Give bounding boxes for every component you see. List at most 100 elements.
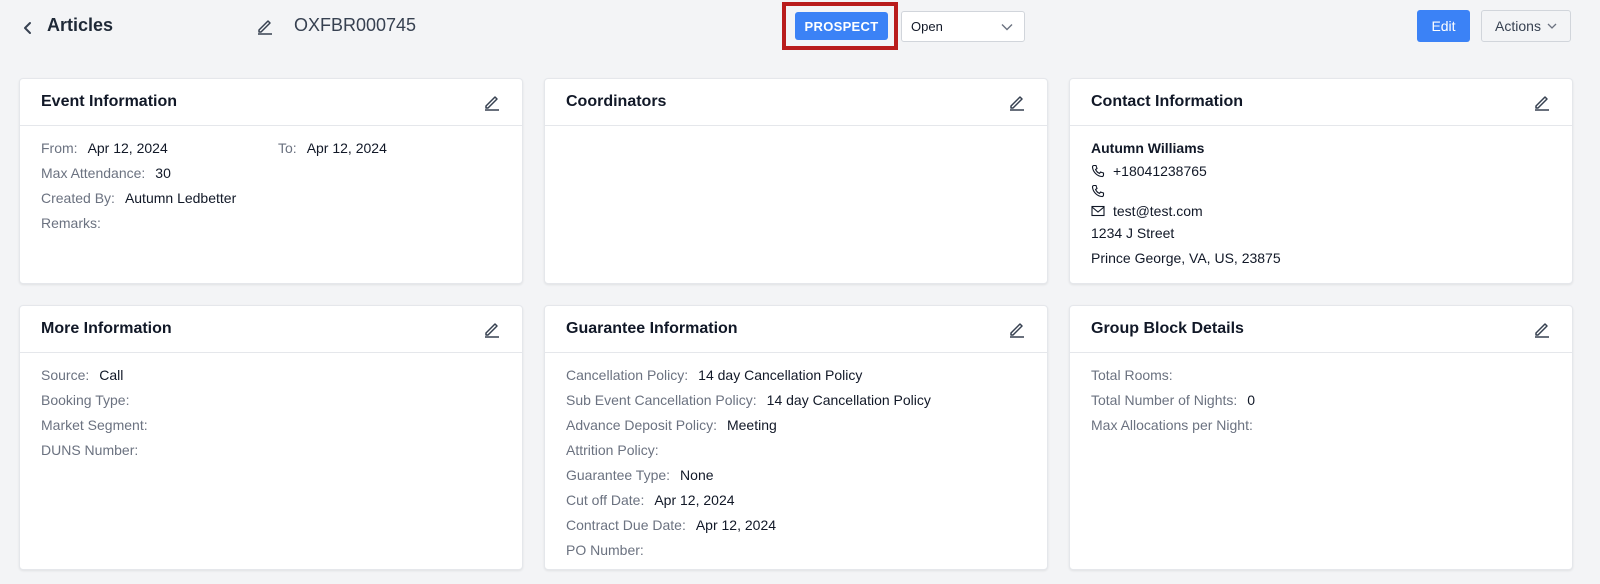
field-value: 14 day Cancellation Policy <box>698 367 863 383</box>
field-value: None <box>680 467 714 483</box>
card-title: Contact Information <box>1091 93 1243 110</box>
top-bar: Articles OXFBR000745 PROSPECT Open Edit … <box>0 0 1600 64</box>
card-title: Event Information <box>41 93 178 110</box>
field-label: Attrition Policy: <box>566 442 659 458</box>
phone-value: +18041238765 <box>1113 163 1207 179</box>
pencil-icon[interactable] <box>1533 320 1551 338</box>
pencil-icon[interactable] <box>483 320 501 338</box>
card-body <box>545 126 1047 146</box>
field-value: 14 day Cancellation Policy <box>766 392 931 408</box>
address-line-1: 1234 J Street <box>1091 225 1175 241</box>
pencil-icon[interactable] <box>256 17 274 35</box>
advance-deposit-field: Advance Deposit Policy: Meeting <box>566 413 1026 438</box>
card-header: Contact Information <box>1070 79 1572 126</box>
field-label: From: <box>41 140 78 156</box>
remarks-field: Remarks: <box>41 211 501 236</box>
field-value: 30 <box>155 165 171 181</box>
card-body: Source: Call Booking Type: Market Segmen… <box>20 353 522 473</box>
phone-icon <box>1091 184 1105 198</box>
card-body: From: Apr 12, 2024 To: Apr 12, 2024 Max … <box>20 126 522 246</box>
actions-button[interactable]: Actions <box>1481 10 1571 42</box>
field-label: Sub Event Cancellation Policy: <box>566 392 757 408</box>
field-label: PO Number: <box>566 542 644 558</box>
card-title: Group Block Details <box>1091 320 1244 337</box>
card-body: Cancellation Policy: 14 day Cancellation… <box>545 353 1047 573</box>
to-field: To: Apr 12, 2024 <box>278 136 387 161</box>
attrition-policy-field: Attrition Policy: <box>566 438 1026 463</box>
coordinators-card: Coordinators <box>544 78 1048 284</box>
field-value: Apr 12, 2024 <box>654 492 735 508</box>
field-value: 0 <box>1247 392 1256 408</box>
email-value: test@test.com <box>1113 203 1203 219</box>
booking-type-field: Booking Type: <box>41 388 501 413</box>
field-label: Advance Deposit Policy: <box>566 417 717 433</box>
chevron-down-icon <box>1001 23 1013 30</box>
card-header: Event Information <box>20 79 522 126</box>
max-allocations-field: Max Allocations per Night: <box>1091 413 1551 438</box>
field-label: Total Number of Nights: <box>1091 392 1238 408</box>
field-value: Apr 12, 2024 <box>87 140 168 156</box>
card-title: Coordinators <box>566 93 667 110</box>
field-label: Cut off Date: <box>566 492 645 508</box>
field-label: Guarantee Type: <box>566 467 671 483</box>
card-header: More Information <box>20 306 522 353</box>
group-block-details-card: Group Block Details Total Rooms: Total N… <box>1069 305 1573 570</box>
field-label: Remarks: <box>41 215 101 231</box>
max-attendance-field: Max Attendance: 30 <box>41 161 501 186</box>
po-number-field: PO Number: <box>566 538 1026 563</box>
sub-event-cancellation-field: Sub Event Cancellation Policy: 14 day Ca… <box>566 388 1026 413</box>
contact-phone: +18041238765 <box>1091 161 1551 181</box>
field-value: Autumn Ledbetter <box>124 190 237 206</box>
contact-email: test@test.com <box>1091 201 1551 221</box>
status-select[interactable]: Open <box>901 11 1025 42</box>
field-label: Max Attendance: <box>41 165 146 181</box>
field-value: Apr 12, 2024 <box>695 517 777 533</box>
field-label: Total Rooms: <box>1091 367 1173 383</box>
chevron-left-icon <box>24 22 31 34</box>
field-label: Max Allocations per Night: <box>1091 417 1253 433</box>
contact-phone-secondary <box>1091 181 1551 201</box>
field-label: Market Segment: <box>41 417 148 433</box>
cards-grid: Event Information From: Apr 12, 2024 To:… <box>19 78 1573 570</box>
cutoff-date-field: Cut off Date: Apr 12, 2024 <box>566 488 1026 513</box>
record-id: OXFBR000745 <box>294 15 417 35</box>
guarantee-type-field: Guarantee Type: None <box>566 463 1026 488</box>
card-title: More Information <box>41 320 172 337</box>
source-field: Source: Call <box>41 363 501 388</box>
created-by-field: Created By: Autumn Ledbetter <box>41 186 501 211</box>
card-body: Total Rooms: Total Number of Nights: 0 M… <box>1070 353 1572 448</box>
contact-information-card: Contact Information Autumn Williams +180… <box>1069 78 1573 284</box>
field-label: Cancellation Policy: <box>566 367 689 383</box>
pencil-icon[interactable] <box>1008 320 1026 338</box>
duns-number-field: DUNS Number: <box>41 438 501 463</box>
field-label: Created By: <box>41 190 115 206</box>
field-label: Contract Due Date: <box>566 517 686 533</box>
actions-label: Actions <box>1495 18 1541 34</box>
field-label: To: <box>278 140 297 156</box>
card-header: Guarantee Information <box>545 306 1047 353</box>
edit-button[interactable]: Edit <box>1417 10 1470 42</box>
field-value: Meeting <box>726 417 777 433</box>
event-information-card: Event Information From: Apr 12, 2024 To:… <box>19 78 523 284</box>
status-select-value: Open <box>911 19 943 34</box>
pencil-icon[interactable] <box>1533 93 1551 111</box>
pencil-icon[interactable] <box>483 93 501 111</box>
back-button[interactable] <box>20 17 36 39</box>
field-label: Source: <box>41 367 90 383</box>
guarantee-information-card: Guarantee Information Cancellation Polic… <box>544 305 1048 570</box>
chevron-down-icon <box>1547 23 1557 29</box>
contact-name: Autumn Williams <box>1091 140 1205 156</box>
field-label: Booking Type: <box>41 392 130 408</box>
contract-due-date-field: Contract Due Date: Apr 12, 2024 <box>566 513 1026 538</box>
status-prospect-button[interactable]: PROSPECT <box>795 12 888 40</box>
envelope-icon <box>1091 204 1105 218</box>
from-field: From: Apr 12, 2024 <box>41 136 278 161</box>
cancellation-policy-field: Cancellation Policy: 14 day Cancellation… <box>566 363 1026 388</box>
page-title: Articles <box>47 15 114 35</box>
address-line-2: Prince George, VA, US, 23875 <box>1091 250 1281 266</box>
total-rooms-field: Total Rooms: <box>1091 363 1551 388</box>
pencil-icon[interactable] <box>1008 93 1026 111</box>
more-information-card: More Information Source: Call Booking Ty… <box>19 305 523 570</box>
total-nights-field: Total Number of Nights: 0 <box>1091 388 1551 413</box>
card-header: Group Block Details <box>1070 306 1572 353</box>
